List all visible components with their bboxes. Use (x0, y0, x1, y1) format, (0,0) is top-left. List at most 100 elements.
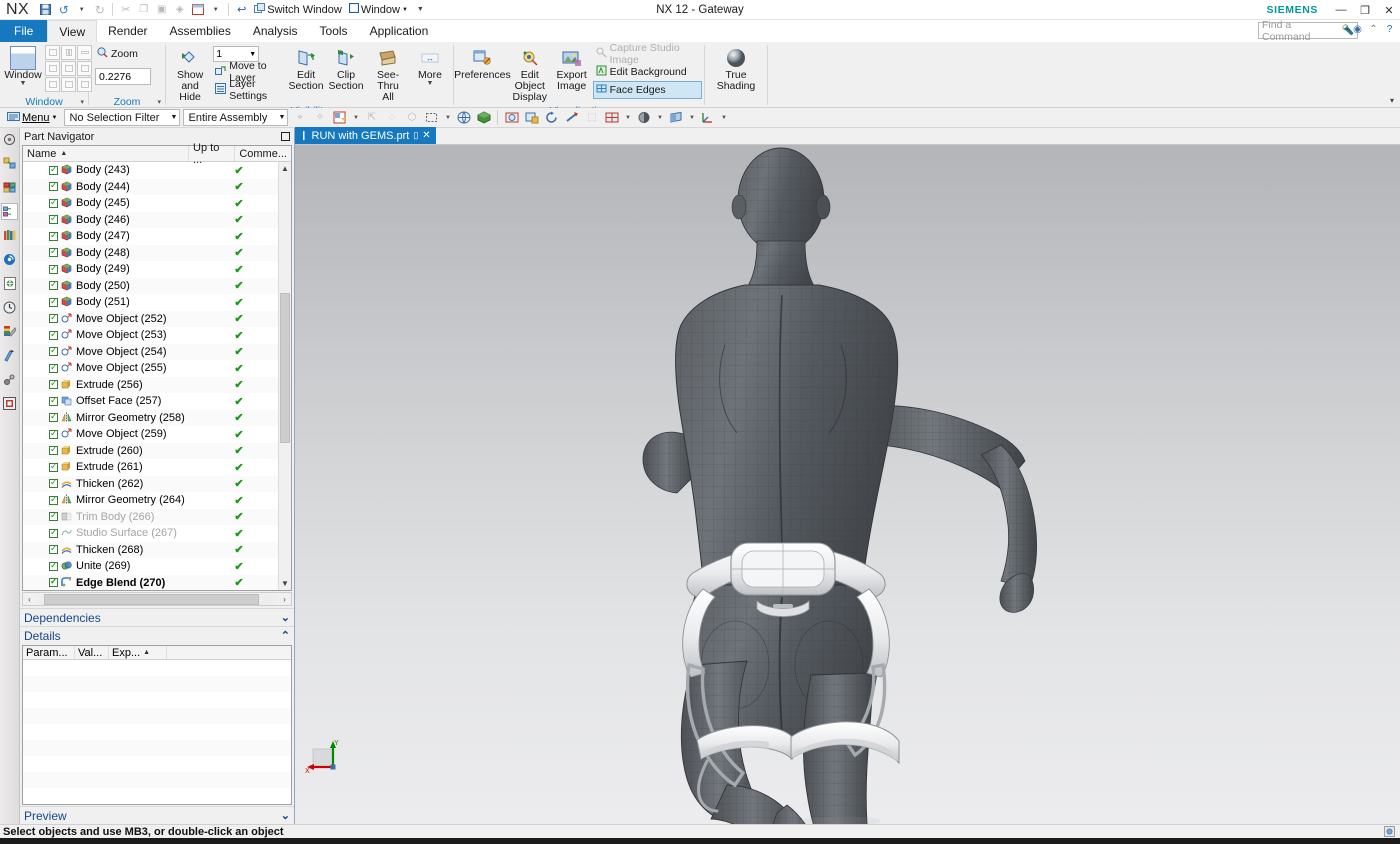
select-feature-icon[interactable]: ⬡ (403, 109, 420, 126)
document-tab[interactable]: ❙ RUN with GEMS.prt ▯ ✕ (295, 127, 436, 144)
feature-suppress-checkbox[interactable] (49, 512, 58, 521)
tab-analysis[interactable]: Analysis (242, 20, 309, 42)
ribbon-overflow-icon[interactable]: ▾ (1390, 96, 1394, 105)
hscroll-track[interactable] (36, 594, 278, 605)
fit-view-icon[interactable] (503, 109, 520, 126)
table-row[interactable]: Body (251)✔ (23, 294, 291, 311)
column-header-name[interactable]: Name ▲ (23, 146, 189, 161)
tree-rows-container[interactable]: Body (243)✔Body (244)✔Body (245)✔Body (2… (23, 162, 291, 590)
tab-application[interactable]: Application (359, 20, 440, 42)
selection-filter-dropdown[interactable]: No Selection Filter ▼ (64, 109, 180, 126)
reuse-library-icon[interactable] (1, 227, 18, 244)
minimize-button[interactable]: — (1330, 0, 1352, 20)
tab-tools[interactable]: Tools (309, 20, 359, 42)
curve-rule-icon[interactable]: ✧ (311, 109, 328, 126)
column-header-up-to-date[interactable]: Up to ... (189, 146, 235, 161)
rectangle-select-icon[interactable] (423, 109, 440, 126)
menu-button[interactable]: Menu ▼ (3, 110, 61, 126)
cut-icon[interactable]: ✂ (117, 1, 134, 18)
shade-dropdown-icon[interactable]: ▼ (655, 109, 664, 126)
window-menu-button[interactable]: Window ▼ (346, 1, 411, 18)
table-row[interactable]: Body (246)✔ (23, 212, 291, 229)
table-row[interactable]: Move Object (254)✔ (23, 344, 291, 361)
paste-icon[interactable]: ▣ (153, 1, 170, 18)
details-rows-container[interactable] (23, 660, 291, 804)
wcs-dropdown-icon[interactable]: ▼ (719, 109, 728, 126)
panel-pin-icon[interactable] (281, 132, 290, 141)
layout-cell-7[interactable] (45, 77, 60, 92)
window-layout-dropdown-icon[interactable]: ▼ (207, 1, 224, 18)
table-row[interactable]: Move Object (252)✔ (23, 311, 291, 328)
render-style-icon[interactable] (475, 109, 492, 126)
dialog-launcher-icon[interactable]: ▾ (80, 98, 84, 106)
feature-suppress-checkbox[interactable] (49, 413, 58, 422)
feature-suppress-checkbox[interactable] (49, 331, 58, 340)
hd3d-tools-icon[interactable] (1, 251, 18, 268)
undo-dropdown-icon[interactable]: ▼ (73, 1, 90, 18)
chevron-down-icon[interactable]: ▼ (20, 81, 27, 87)
close-icon[interactable]: ✕ (422, 130, 430, 141)
pan-icon[interactable] (563, 109, 580, 126)
object-icon[interactable]: ◌ (383, 109, 400, 126)
feature-suppress-checkbox[interactable] (49, 578, 58, 587)
redo-arrow-icon[interactable]: ↩ (233, 1, 250, 18)
table-row[interactable]: Move Object (259)✔ (23, 426, 291, 443)
table-row[interactable]: Edge Blend (270)✔ (23, 575, 291, 591)
tab-assemblies[interactable]: Assemblies (159, 20, 242, 42)
edit-section-button[interactable]: Edit Section (286, 44, 326, 94)
feature-suppress-checkbox[interactable] (49, 446, 58, 455)
table-row[interactable]: Trim Body (266)✔ (23, 509, 291, 526)
chevron-down-icon[interactable]: ▼ (249, 51, 256, 58)
selection-scope-dropdown[interactable]: Entire Assembly ▼ (183, 109, 288, 126)
hscroll-thumb[interactable] (44, 594, 259, 605)
feature-suppress-checkbox[interactable] (49, 430, 58, 439)
feature-suppress-checkbox[interactable] (49, 562, 58, 571)
zoom-value-input[interactable]: 0.2276 (95, 68, 151, 85)
details-column-value[interactable]: Val... (75, 646, 109, 659)
feature-suppress-checkbox[interactable] (49, 182, 58, 191)
system-materials-icon[interactable] (1, 323, 18, 340)
copy-icon[interactable]: ❐ (135, 1, 152, 18)
edit-background-button[interactable]: Edit Background (594, 64, 701, 80)
feature-suppress-checkbox[interactable] (49, 215, 58, 224)
feature-suppress-checkbox[interactable] (49, 347, 58, 356)
web-browser-icon[interactable] (1, 275, 18, 292)
close-button[interactable]: ✕ (1378, 0, 1400, 20)
scroll-up-icon[interactable]: ▲ (279, 162, 291, 175)
tree-horizontal-scrollbar[interactable]: ‹ › (22, 592, 292, 606)
feature-suppress-checkbox[interactable] (49, 463, 58, 472)
selection-indicator-icon[interactable] (1381, 825, 1397, 838)
feature-suppress-checkbox[interactable] (49, 397, 58, 406)
feature-suppress-checkbox[interactable] (49, 232, 58, 241)
snap-point-icon[interactable]: ⌖ (291, 109, 308, 126)
table-row[interactable]: Body (243)✔ (23, 162, 291, 179)
tree-vertical-scrollbar[interactable]: ▲ ▼ (278, 162, 291, 590)
face-color-icon[interactable] (331, 109, 348, 126)
extend-icon[interactable]: ⇱ (363, 109, 380, 126)
feature-suppress-checkbox[interactable] (49, 479, 58, 488)
chevron-down-icon[interactable]: ▼ (427, 81, 434, 87)
table-row[interactable]: Thicken (268)✔ (23, 542, 291, 559)
table-row[interactable]: Thicken (262)✔ (23, 476, 291, 493)
feature-suppress-checkbox[interactable] (49, 364, 58, 373)
zoom-button[interactable]: Zoom (95, 46, 140, 62)
process-studio-icon[interactable] (1, 395, 18, 412)
clip-section-button[interactable]: Clip Section (326, 44, 366, 94)
chevron-up-icon[interactable]: ⌃ (281, 629, 290, 642)
zoom-window-icon[interactable] (523, 109, 540, 126)
window-button[interactable]: Window ▼ (3, 44, 43, 89)
edit-object-display-button[interactable]: Edit Object Display (508, 44, 552, 105)
shade-icon[interactable] (635, 109, 652, 126)
feature-suppress-checkbox[interactable] (49, 166, 58, 175)
find-command-input[interactable]: Find a Command 🔦 (1258, 22, 1358, 39)
history-icon[interactable] (1, 299, 18, 316)
column-header-comment[interactable]: Comme... (235, 146, 291, 161)
paste-special-icon[interactable]: ◈ (171, 1, 188, 18)
part-navigator-icon[interactable] (1, 203, 18, 220)
qat-overflow-icon[interactable]: ▼ (412, 1, 429, 18)
dialog-launcher-icon[interactable]: ▾ (157, 98, 161, 106)
more-visibility-button[interactable]: ↔ More ▼ (410, 44, 450, 89)
layout-cell-5[interactable] (61, 61, 76, 76)
system-visual-icon[interactable] (1, 371, 18, 388)
chevron-icon[interactable]: ⌃ (1367, 23, 1380, 36)
